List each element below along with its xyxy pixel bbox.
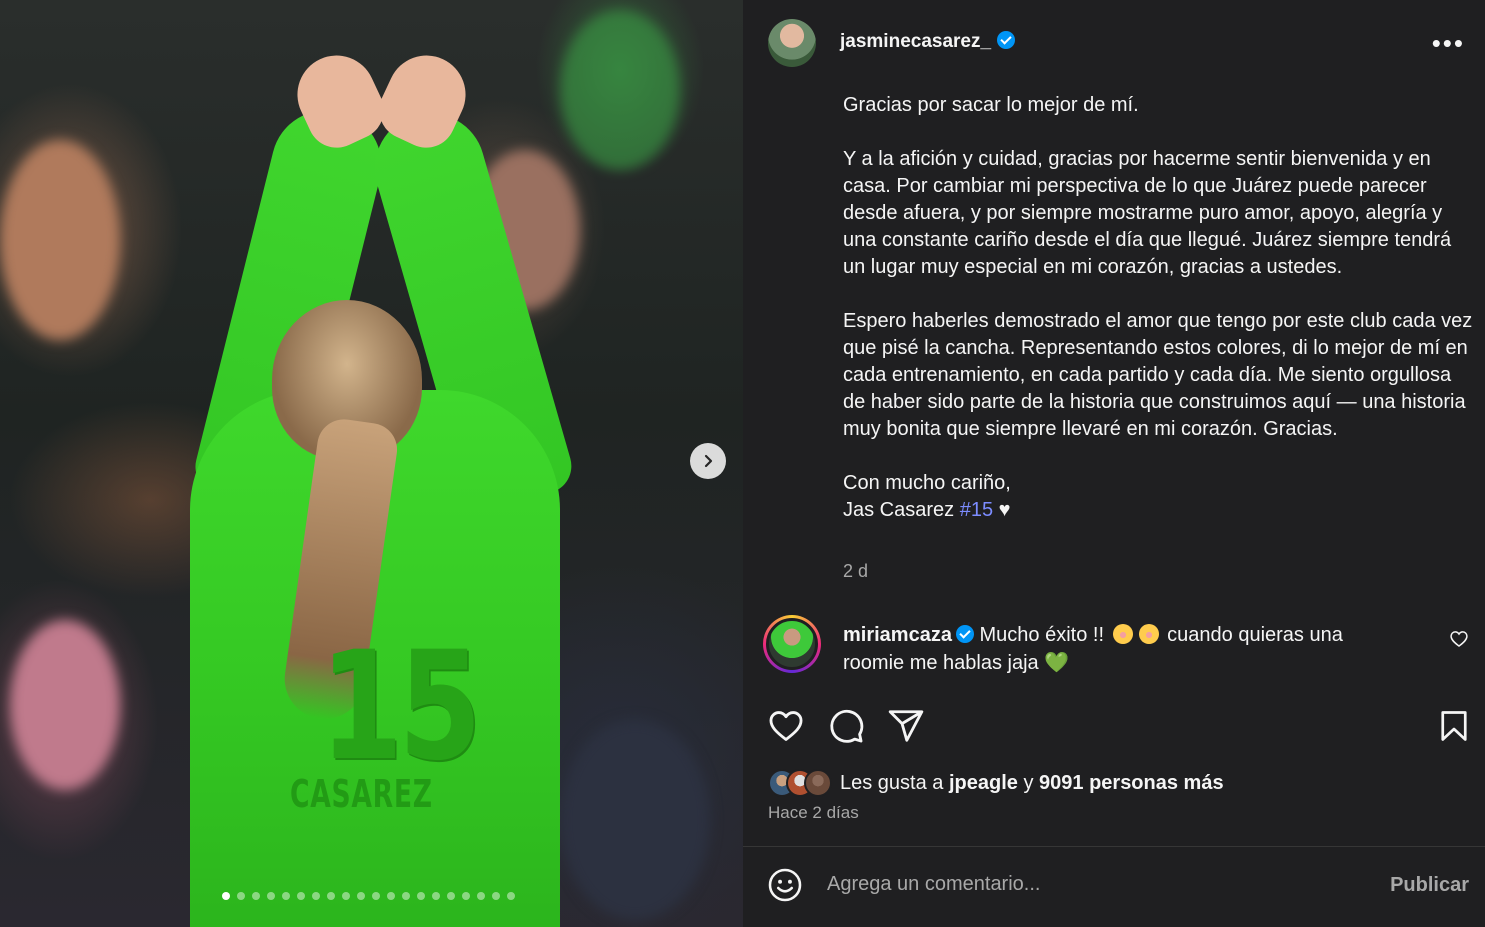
like-button[interactable]: [764, 704, 808, 748]
comment-like-button[interactable]: [1449, 629, 1469, 654]
pleading-face-emoji-icon: [1138, 624, 1159, 644]
post-media[interactable]: 15 CASAREZ: [0, 0, 743, 927]
carousel-dot: [447, 892, 455, 900]
carousel-dot: [507, 892, 515, 900]
carousel-dot: [222, 892, 230, 900]
carousel-dot: [267, 892, 275, 900]
crowd-person: [0, 140, 120, 340]
carousel-dot: [327, 892, 335, 900]
likes-summary: Les gusta a jpeagle y 9091 personas más: [768, 768, 1224, 798]
comment-button[interactable]: [824, 704, 868, 748]
likes-middle: y: [1017, 771, 1040, 794]
likes-text: Les gusta a jpeagle y 9091 personas más: [840, 772, 1224, 795]
liker-avatar[interactable]: [804, 769, 832, 797]
signoff-line: Con mucho cariño,: [843, 472, 1011, 494]
comment-body: Mucho éxito !!: [973, 624, 1110, 646]
likes-count[interactable]: 9091 personas más: [1039, 772, 1224, 794]
crowd-person: [10, 620, 120, 790]
carousel-dot: [462, 892, 470, 900]
verified-badge-icon: [997, 31, 1016, 49]
paper-plane-icon: [888, 710, 924, 742]
avatar[interactable]: [768, 19, 816, 67]
commenter-username[interactable]: miriamcaza: [843, 624, 952, 646]
caption-signoff: Con mucho cariño, Jas Casarez #15 ♥: [843, 470, 1473, 524]
carousel-dot: [237, 892, 245, 900]
publish-button[interactable]: Publicar: [1390, 874, 1469, 897]
post-header: jasminecasarez_ •••: [743, 0, 1485, 86]
carousel-dot: [387, 892, 395, 900]
post-details-panel: jasminecasarez_ ••• Gracias por sacar lo…: [743, 0, 1485, 927]
carousel-dot: [477, 892, 485, 900]
author-username[interactable]: jasminecasarez_: [840, 31, 1016, 53]
caption-paragraph: Y a la afición y cuidad, gracias por hac…: [843, 148, 1452, 278]
signoff-heart: ♥: [993, 499, 1011, 521]
crowd-person: [560, 720, 710, 920]
chevron-right-icon: [704, 454, 713, 468]
heart-outline-icon: [1450, 631, 1468, 648]
carousel-dot: [417, 892, 425, 900]
carousel-indicator: [222, 892, 515, 900]
carousel-dot: [402, 892, 410, 900]
save-button[interactable]: [1432, 704, 1476, 748]
green-heart-emoji-icon: 💚: [1044, 652, 1070, 674]
signoff-name-line: Jas Casarez #15 ♥: [843, 497, 1473, 524]
likes-prefix: Les gusta a: [840, 771, 949, 794]
carousel-dot: [252, 892, 260, 900]
carousel-dot: [312, 892, 320, 900]
hashtag-link[interactable]: #15: [960, 499, 993, 521]
comment-text: miriamcaza Mucho éxito !! cuando quieras…: [843, 621, 1403, 677]
liker-username[interactable]: jpeagle: [949, 772, 1018, 794]
bookmark-icon: [1441, 711, 1467, 741]
caption-paragraph: Espero haberles demostrado el amor que t…: [843, 310, 1473, 440]
post-timestamp[interactable]: Hace 2 días: [768, 803, 859, 823]
jersey-name: CASAREZ: [290, 772, 433, 816]
smiley-face-icon: [768, 868, 802, 902]
share-button[interactable]: [884, 704, 928, 748]
carousel-dot: [492, 892, 500, 900]
verified-badge-icon: [955, 625, 974, 643]
carousel-dot: [342, 892, 350, 900]
jersey-number: 15: [319, 620, 482, 794]
post-caption: Gracias por sacar lo mejor de mí. Y a la…: [843, 92, 1473, 524]
crowd-person: [560, 10, 680, 170]
commenter-avatar[interactable]: [763, 615, 821, 673]
carousel-next-button[interactable]: [690, 443, 726, 479]
caption-timestamp[interactable]: 2 d: [843, 561, 868, 582]
carousel-dot: [297, 892, 305, 900]
pleading-face-emoji-icon: [1112, 624, 1133, 644]
carousel-dot: [372, 892, 380, 900]
caption-paragraph: Gracias por sacar lo mejor de mí.: [843, 94, 1139, 116]
more-options-button[interactable]: •••: [1432, 28, 1465, 59]
add-comment-bar: Publicar: [743, 846, 1485, 927]
heart-outline-icon: [769, 711, 803, 741]
speech-bubble-icon: [830, 709, 864, 743]
post-actions-bar: [743, 704, 1485, 752]
comment-input[interactable]: [827, 873, 1347, 896]
emoji-picker-button[interactable]: [767, 867, 803, 908]
author-username-text[interactable]: jasminecasarez_: [840, 31, 991, 52]
carousel-dot: [282, 892, 290, 900]
signoff-name: Jas Casarez: [843, 499, 960, 521]
carousel-dot: [432, 892, 440, 900]
carousel-dot: [357, 892, 365, 900]
